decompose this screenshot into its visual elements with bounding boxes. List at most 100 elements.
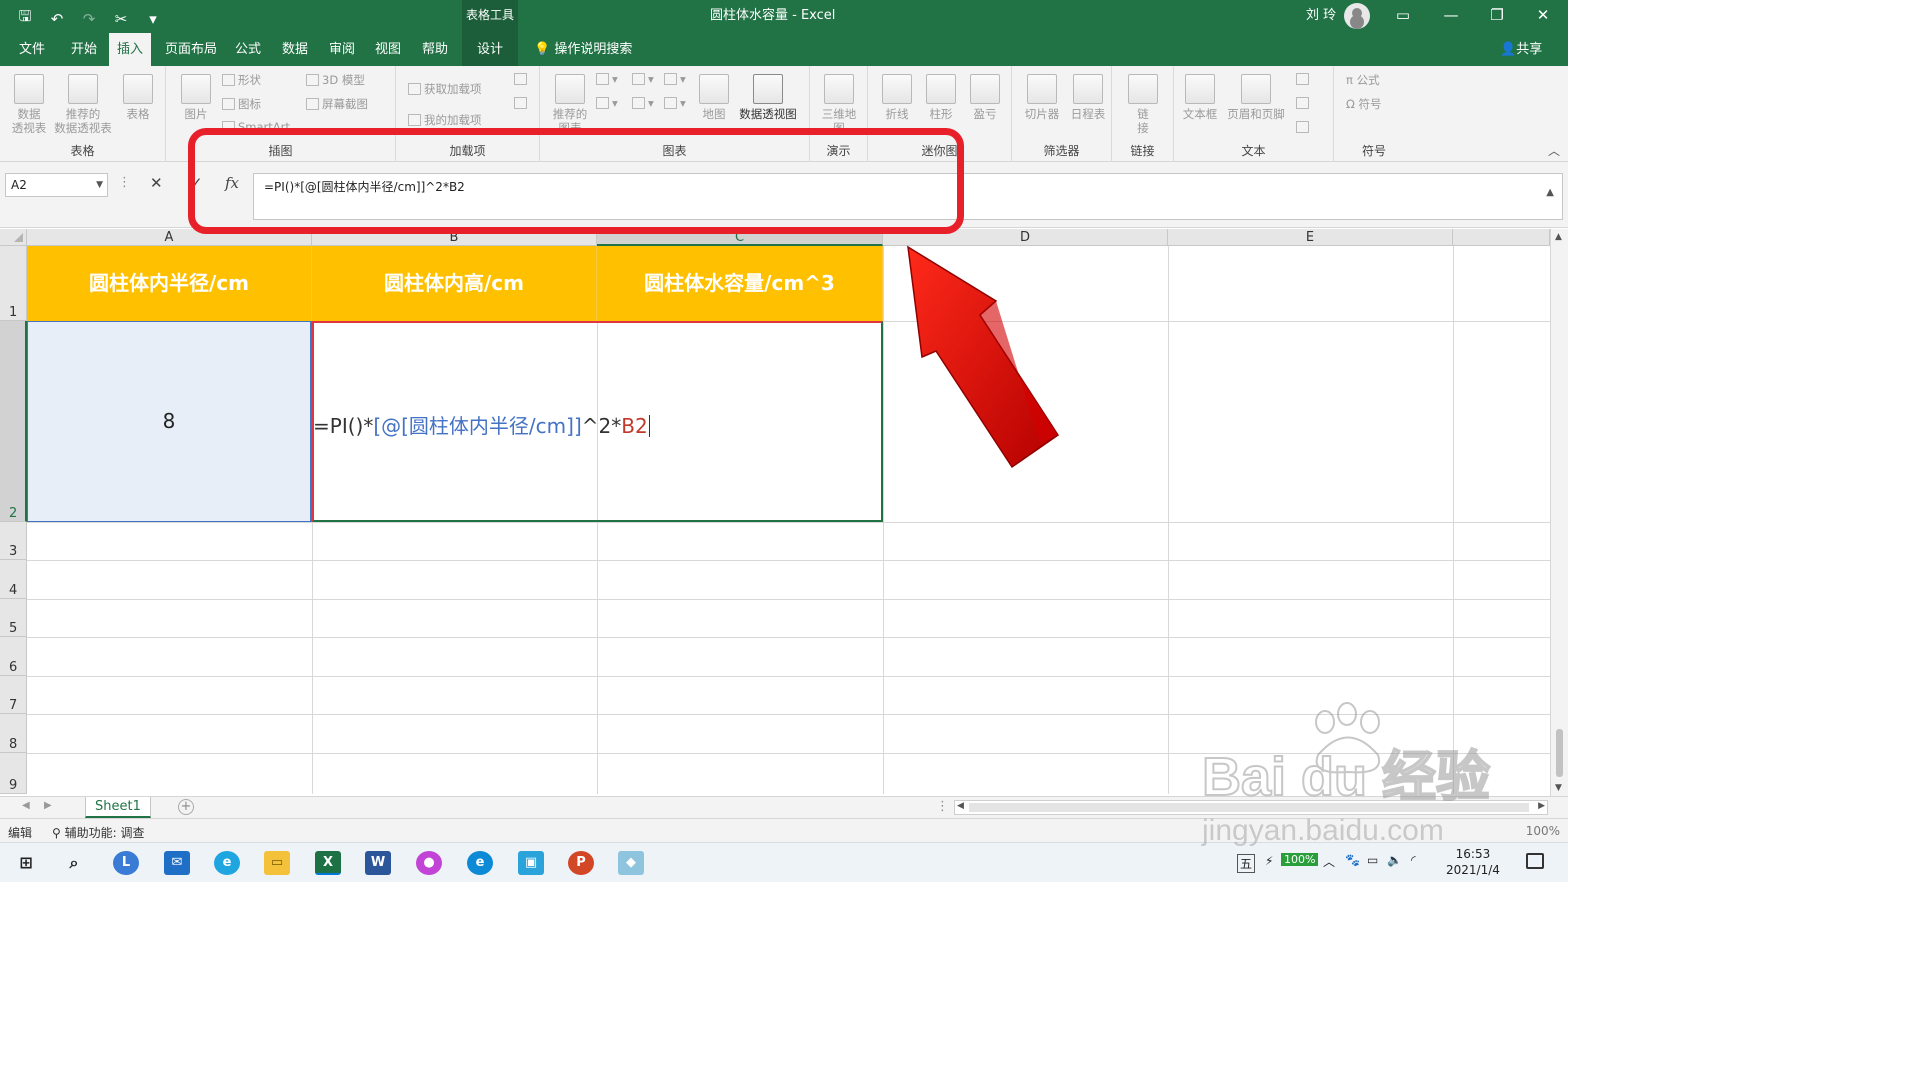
add-sheet-icon[interactable]: + — [178, 799, 194, 815]
cell-a2[interactable]: 8 — [27, 321, 312, 522]
ime-indicator[interactable]: 五 — [1237, 854, 1256, 873]
object-button[interactable] — [1296, 120, 1312, 134]
app-icon[interactable]: ◆ — [618, 851, 644, 875]
next-sheet-icon[interactable]: ▶ — [44, 800, 52, 811]
powerpoint-icon[interactable]: P — [568, 851, 594, 875]
name-box[interactable]: A2 ▼ — [5, 173, 108, 197]
row-header-4[interactable]: 4 — [0, 560, 27, 599]
minimize-icon[interactable]: — — [1428, 0, 1474, 33]
zoom-level[interactable]: 100% — [1526, 824, 1560, 838]
pictures-button[interactable]: 图片 — [176, 74, 216, 121]
collapse-formula-bar-icon[interactable]: ▲ — [1546, 187, 1554, 198]
signature-line-button[interactable] — [1296, 96, 1312, 110]
tab-split-handle[interactable]: ⋮ — [936, 799, 949, 814]
tab-view[interactable]: 视图 — [367, 33, 409, 66]
timeline-button[interactable]: 日程表 — [1066, 74, 1110, 121]
customize-qat-icon[interactable]: ▾ — [142, 10, 164, 28]
scroll-thumb[interactable] — [969, 803, 1529, 812]
horizontal-scrollbar[interactable]: ◀ ▶ — [954, 800, 1548, 815]
scroll-down-icon[interactable]: ▼ — [1555, 783, 1562, 793]
scroll-up-icon[interactable]: ▲ — [1555, 232, 1562, 242]
map-button[interactable]: 地图 — [696, 74, 732, 121]
header-footer-button[interactable]: 页眉和页脚 — [1222, 74, 1290, 121]
statistic-chart-button[interactable]: ▾ — [632, 96, 654, 110]
screenshot-tool-icon[interactable]: ▣ — [518, 851, 544, 875]
windows-start-icon[interactable]: ⊞ — [13, 851, 39, 875]
3d-models-button[interactable]: 3D 模型 — [306, 72, 365, 88]
textbox-button[interactable]: 文本框 — [1180, 74, 1220, 121]
clock[interactable]: 16:53 2021/1/4 — [1446, 846, 1500, 878]
3d-map-button[interactable]: 三维地 图 — [818, 74, 860, 135]
edge-icon[interactable]: e — [467, 851, 493, 875]
bing-maps-button[interactable] — [514, 72, 530, 86]
link-button[interactable]: 链 接 — [1126, 74, 1160, 135]
tab-review[interactable]: 审阅 — [321, 33, 363, 66]
share-button[interactable]: 👤共享 — [1500, 33, 1542, 66]
tell-me-search[interactable]: 💡 操作说明搜索 — [534, 33, 632, 66]
notification-icon[interactable] — [1526, 853, 1544, 869]
excel-icon[interactable]: X — [315, 851, 341, 875]
tab-file[interactable]: 文件 — [11, 33, 53, 66]
column-chart-button[interactable]: ▾ — [596, 72, 618, 86]
tab-home[interactable]: 开始 — [63, 33, 105, 66]
ribbon-display-options-icon[interactable]: ▭ — [1380, 0, 1426, 33]
app-l-icon[interactable]: L — [113, 851, 139, 875]
redo-icon[interactable]: ↷ — [78, 10, 100, 28]
scroll-left-icon[interactable]: ◀ — [957, 801, 964, 811]
undo-icon[interactable]: ↶ — [46, 10, 68, 28]
screenshot-button[interactable]: 屏幕截图 — [306, 96, 368, 112]
battery-icon[interactable]: ▭ — [1367, 853, 1378, 867]
word-icon[interactable]: W — [365, 851, 391, 875]
table-button[interactable]: 表格 — [118, 74, 158, 121]
accessibility-status[interactable]: ⚲ 辅助功能: 调查 — [52, 824, 144, 841]
close-icon[interactable]: ✕ — [1520, 0, 1566, 33]
pivot-table-button[interactable]: 数据 透视表 — [8, 74, 50, 135]
collapse-ribbon-icon[interactable]: ︿ — [1548, 142, 1560, 159]
waterfall-chart-button[interactable]: ▾ — [664, 72, 686, 86]
sparkline-winloss-button[interactable]: 盈亏 — [966, 74, 1004, 121]
sparkline-line-button[interactable]: 折线 — [878, 74, 916, 121]
combo-chart-button[interactable]: ▾ — [664, 96, 686, 110]
worksheet-grid[interactable]: A B C D E 1 2 3 4 5 6 7 8 9 圆柱体内半径/cm 圆柱… — [0, 229, 1550, 794]
avatar[interactable] — [1344, 3, 1370, 29]
table-header-volume[interactable]: 圆柱体水容量/cm^3 — [597, 246, 883, 321]
symbol-button[interactable]: Ω 符号 — [1346, 96, 1381, 112]
my-addins-button[interactable]: 我的加载项 — [408, 112, 482, 128]
sheet-tab-sheet1[interactable]: Sheet1 — [85, 797, 151, 818]
battery-percent[interactable]: 100% — [1281, 853, 1319, 866]
paint-icon[interactable]: ● — [416, 851, 442, 875]
people-graph-button[interactable] — [514, 96, 530, 110]
sparkline-column-button[interactable]: 柱形 — [922, 74, 960, 121]
wordart-button[interactable] — [1296, 72, 1312, 86]
cancel-icon[interactable]: ✕ — [150, 174, 163, 192]
select-all-button[interactable] — [0, 229, 27, 246]
prev-sheet-icon[interactable]: ◀ — [22, 800, 30, 811]
mail-icon[interactable]: ✉ — [164, 851, 190, 875]
browser-e-icon[interactable]: e — [214, 851, 240, 875]
column-header-e[interactable]: E — [1168, 229, 1453, 246]
chevron-down-icon[interactable]: ▼ — [96, 174, 103, 196]
tab-insert[interactable]: 插入 — [109, 33, 152, 66]
scroll-right-icon[interactable]: ▶ — [1538, 801, 1545, 811]
user-name[interactable]: 刘 玲 — [1306, 0, 1336, 31]
row-header-3[interactable]: 3 — [0, 522, 27, 560]
paw-icon[interactable]: 🐾 — [1345, 853, 1360, 867]
pivot-chart-button[interactable]: 数据透视图 — [736, 74, 800, 121]
recommended-charts-button[interactable]: 推荐的 图表 — [550, 74, 590, 135]
wifi-icon[interactable]: ◜ — [1411, 853, 1416, 867]
vertical-scrollbar[interactable]: ▲ ▼ — [1550, 229, 1568, 796]
equation-button[interactable]: π 公式 — [1346, 72, 1380, 88]
file-explorer-icon[interactable]: ▭ — [264, 851, 290, 875]
formula-bar-resize-handle[interactable]: ⋮ — [118, 175, 131, 190]
icons-button[interactable]: 图标 — [222, 96, 261, 112]
speaker-icon[interactable]: 🔈 — [1387, 853, 1402, 867]
scroll-thumb[interactable] — [1556, 729, 1563, 777]
row-header-5[interactable]: 5 — [0, 599, 27, 637]
get-addins-button[interactable]: 获取加载项 — [408, 81, 482, 97]
row-header-7[interactable]: 7 — [0, 676, 27, 714]
column-header-f[interactable] — [1453, 229, 1550, 246]
cell-c2-editing[interactable]: =PI()*[@[圆柱体内半径/cm]]^2*B2 — [313, 410, 650, 439]
save-icon[interactable]: 🖫 — [14, 6, 36, 31]
row-header-8[interactable]: 8 — [0, 714, 27, 753]
row-header-1[interactable]: 1 — [0, 246, 27, 321]
